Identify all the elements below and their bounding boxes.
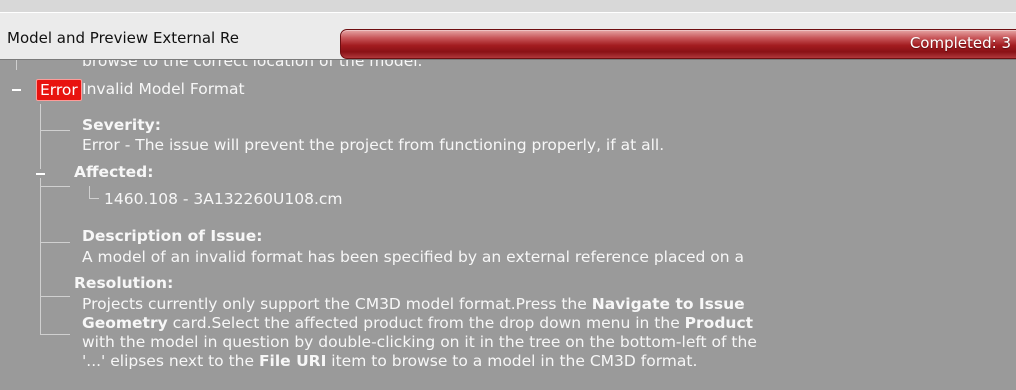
tree-connector [40,186,70,187]
resolution-text: Projects currently only support the CM3D… [82,295,592,313]
resolution-text: item to browse to a model in the CM3D fo… [326,352,698,370]
panel-title: Model and Preview External Re [7,29,239,47]
affected-label: Affected: [74,163,154,181]
resolution-emphasis: Product [684,314,754,332]
tree-connector [40,242,70,243]
clipped-text-line: browse to the correct location of the mo… [82,60,423,70]
resolution-line-2: Geometry card.Select the affected produc… [82,314,753,332]
resolution-line-1: Projects currently only support the CM3D… [82,295,745,313]
tree-connector [89,186,90,198]
error-badge: Error [36,79,82,101]
description-label: Description of Issue: [82,227,263,245]
resolution-line-4: '...' elipses next to the File URI item … [82,352,697,370]
progress-bar: Completed: 3 [340,29,1016,59]
panel-header: Model and Preview External Re Completed:… [0,12,1016,60]
description-text: A model of an invalid format has been sp… [82,248,745,266]
severity-label: Severity: [82,116,161,134]
collapse-toggle-icon[interactable] [36,169,45,178]
tree-connector [40,104,41,334]
issue-tree: browse to the correct location of the mo… [0,60,1016,390]
tree-connector [40,334,70,335]
error-title: Invalid Model Format [82,80,245,98]
resolution-emphasis: Navigate to Issue [591,295,745,313]
affected-item[interactable]: 1460.108 - 3A132260U108.cm [104,190,343,208]
tree-connector [89,198,99,199]
resolution-text: '...' elipses next to the [82,352,259,370]
resolution-text: with the model in question by double-cli… [82,333,757,351]
resolution-emphasis: Geometry [82,314,168,332]
tree-connector [16,60,17,70]
progress-label: Completed: 3 [909,34,1011,52]
resolution-emphasis: File URI [258,352,327,370]
resolution-line-3: with the model in question by double-cli… [82,333,757,351]
severity-text: Error - The issue will prevent the proje… [82,136,665,154]
resolution-text: card.Select the affected product from th… [167,314,685,332]
tree-connector [40,296,70,297]
window-top-strip [0,0,1016,12]
tree-connector [40,130,70,131]
collapse-toggle-icon[interactable] [12,85,21,94]
resolution-label: Resolution: [74,274,174,292]
